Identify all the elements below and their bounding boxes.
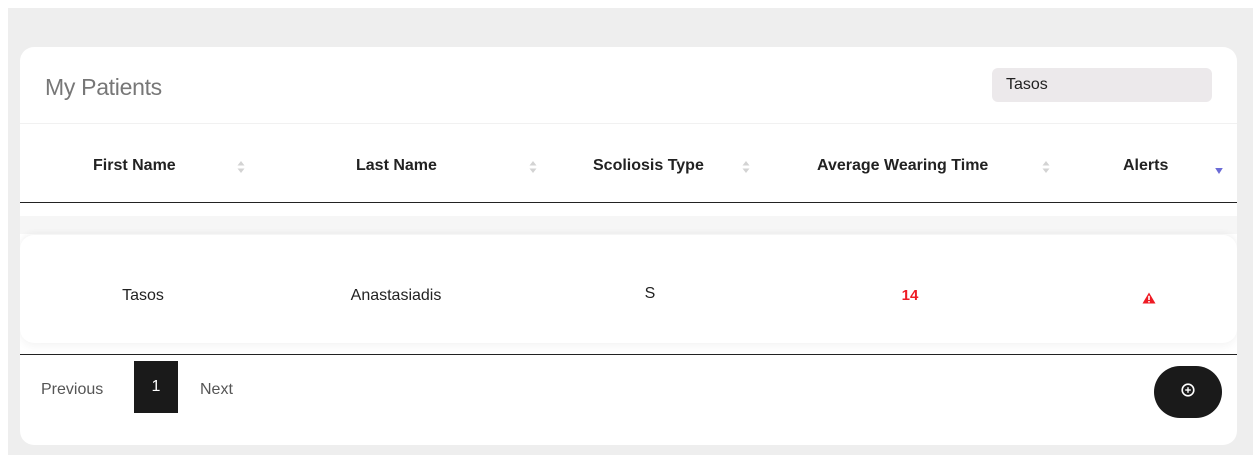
search-input[interactable]: [992, 68, 1212, 102]
cell-last-name: Anastasiadis: [350, 287, 442, 304]
sort-both-icon[interactable]: [742, 160, 750, 174]
table-row[interactable]: Tasos Anastasiadis S 14: [20, 235, 1237, 343]
patients-card: My Patients First Name Last Name Scolios…: [20, 47, 1237, 445]
table-spacer: [20, 216, 1237, 234]
pagination-next-button[interactable]: Next: [200, 381, 233, 399]
sort-both-icon[interactable]: [529, 160, 537, 174]
column-header-average-wearing-time[interactable]: Average Wearing Time: [817, 157, 988, 175]
add-patient-button[interactable]: [1154, 366, 1222, 418]
column-header-first-name[interactable]: First Name: [93, 157, 176, 175]
pagination-page-1-button[interactable]: 1: [134, 361, 178, 413]
warning-triangle-icon[interactable]: [1142, 291, 1156, 309]
footer-divider: [20, 354, 1237, 355]
page-background: My Patients First Name Last Name Scolios…: [8, 8, 1253, 455]
page-title: My Patients: [45, 74, 162, 100]
pagination-previous-button[interactable]: Previous: [41, 381, 103, 399]
cell-average-wearing-time: 14: [901, 287, 919, 304]
column-header-last-name[interactable]: Last Name: [356, 157, 437, 175]
column-header-alerts[interactable]: Alerts: [1123, 157, 1168, 175]
cell-scoliosis-type: S: [644, 285, 656, 302]
title-divider: [20, 123, 1237, 124]
sort-desc-icon[interactable]: [1215, 167, 1223, 181]
sort-both-icon[interactable]: [237, 160, 245, 174]
plus-circle-icon: [1181, 382, 1195, 402]
column-header-scoliosis-type[interactable]: Scoliosis Type: [593, 157, 704, 175]
sort-both-icon[interactable]: [1042, 160, 1050, 174]
header-divider: [20, 202, 1237, 203]
cell-first-name: Tasos: [122, 287, 164, 304]
